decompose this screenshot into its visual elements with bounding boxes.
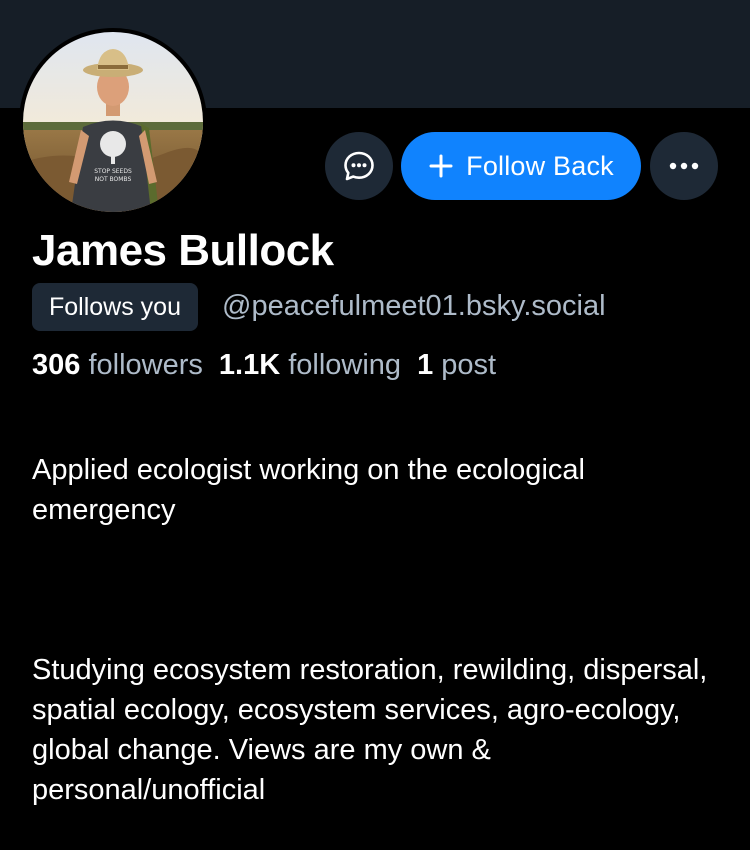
bio-paragraph-1: Applied ecologist working on the ecologi… (32, 454, 585, 526)
svg-text:STOP SEEDS: STOP SEEDS (94, 168, 132, 175)
posts-label: post (441, 349, 497, 381)
message-button[interactable] (325, 132, 393, 200)
following-count: 1.1K (218, 349, 281, 381)
following-label: following (288, 349, 402, 381)
chat-bubble-icon (344, 151, 374, 181)
follow-back-label: Follow Back (466, 150, 614, 181)
posts-stat: 1 post (417, 349, 496, 381)
more-options-button[interactable] (650, 132, 718, 200)
svg-text:NOT BOMBS: NOT BOMBS (95, 176, 132, 183)
posts-count: 1 (417, 349, 434, 381)
profile-stats: 306 followers 1.1K following 1 post (32, 349, 496, 382)
bio-paragraph-2: Studying ecosystem restoration, rewildin… (32, 654, 708, 806)
followers-link[interactable]: 306 followers (32, 349, 203, 381)
profile-bio: Applied ecologist working on the ecologi… (32, 410, 732, 850)
follows-you-badge: Follows you (32, 283, 198, 331)
followers-label: followers (88, 349, 203, 381)
followers-count: 306 (32, 349, 81, 381)
following-link[interactable]: 1.1K following (219, 349, 401, 381)
avatar-photo: STOP SEEDS NOT BOMBS (23, 32, 203, 212)
profile-handle[interactable]: @peacefulmeet01.bsky.social (222, 290, 606, 323)
avatar[interactable]: STOP SEEDS NOT BOMBS (19, 28, 207, 216)
plus-icon (429, 154, 453, 178)
ellipsis-icon (669, 162, 699, 170)
display-name: James Bullock (32, 226, 334, 275)
follow-back-button[interactable]: Follow Back (401, 132, 641, 200)
